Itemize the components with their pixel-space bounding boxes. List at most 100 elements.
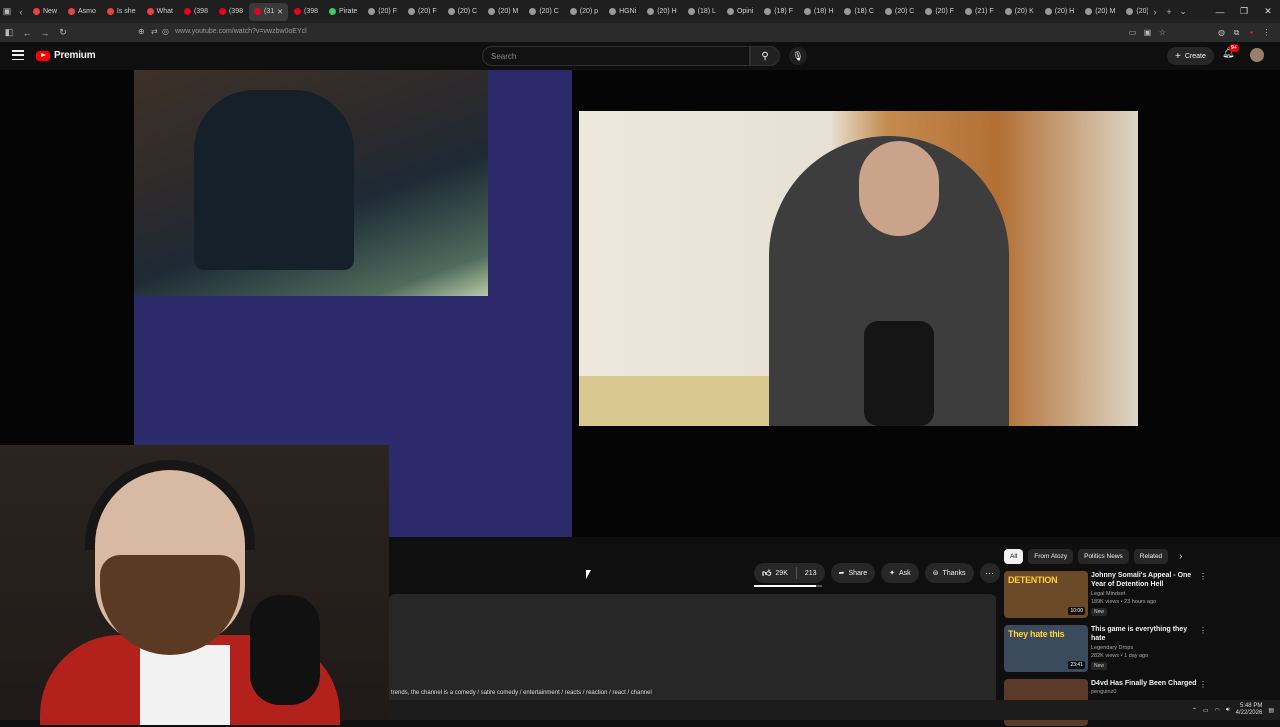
bookmark-star-icon[interactable]: ☆ [1157, 27, 1168, 38]
browser-tab-bar: ▣ ‹ New Asmo Is she What (398 (398 (31 ✕ (398 Pir… [0, 0, 1280, 23]
clock[interactable]: 5:48 PM 4/22/2026 [1236, 703, 1263, 717]
browser-tab[interactable]: Pirate [324, 3, 362, 21]
browser-tab[interactable]: (20) C [524, 3, 563, 21]
site-info-icon[interactable]: ⊕ [138, 27, 145, 36]
youtube-logo[interactable]: Premium [36, 50, 96, 61]
vpn-icon[interactable]: ◍ [1216, 27, 1227, 38]
browser-tab[interactable]: New [28, 3, 62, 21]
tab-label: (20) H [1054, 8, 1075, 15]
channel-name[interactable]: Legal Mindset [1091, 591, 1125, 597]
like-button[interactable]: 👍︎ 29K [754, 568, 796, 579]
browser-tab[interactable]: (20) H [642, 3, 681, 21]
notifications-icon[interactable]: 🔔︎ 9+ [1222, 44, 1239, 59]
tab-close-icon[interactable]: ✕ [277, 8, 283, 16]
share-button[interactable]: ➦ Share [830, 563, 876, 583]
browser-tab[interactable]: (398 [179, 3, 213, 21]
recommended-video[interactable]: They hate this 23:41 This game is everyt… [1004, 625, 1214, 673]
video-title[interactable]: D4vd Has Finally Been Charged [1091, 679, 1201, 688]
more-options-icon[interactable]: ⋮ [1199, 572, 1207, 581]
chip-politics-news[interactable]: Politics News [1078, 549, 1129, 564]
browser-tab[interactable]: Is she [102, 3, 141, 21]
browser-tab[interactable]: (20) C [880, 3, 919, 21]
browser-tab[interactable]: (20) F [363, 3, 402, 21]
video-thumbnail[interactable]: They hate this 23:41 [1004, 625, 1088, 672]
volume-icon[interactable]: 🔊︎ [1226, 707, 1230, 714]
share-label: Share [848, 569, 868, 577]
browser-tab[interactable]: (20) C [443, 3, 482, 21]
video-description[interactable]: trends, the channel is a comedy / satire… [389, 594, 996, 704]
chip-from-atozy[interactable]: From Atozy [1028, 549, 1074, 564]
menu-icon[interactable]: ⋮ [1261, 27, 1272, 38]
tab-scroll-left-icon[interactable]: ‹ [14, 5, 28, 19]
recommended-video[interactable]: DETENTION 10:00 Johnny Somali's Appeal -… [1004, 571, 1214, 619]
tune-icon[interactable]: ⇄ [151, 27, 158, 36]
video-title[interactable]: Johnny Somali's Appeal - One Year of Det… [1091, 571, 1201, 589]
wifi-icon[interactable]: ◠ [1215, 707, 1220, 714]
reload-icon[interactable]: ↻ [54, 23, 72, 42]
search-input[interactable]: Search [482, 46, 750, 66]
channel-name[interactable]: penguinz0 [1091, 689, 1116, 695]
ask-button[interactable]: ✦ Ask [881, 563, 919, 583]
tab-list-icon[interactable]: ⌄ [1176, 5, 1190, 19]
minimize-icon[interactable]: — [1208, 0, 1232, 23]
notification-center-icon[interactable]: ▤ [1268, 707, 1274, 714]
browser-tab[interactable]: (18) F [759, 3, 798, 21]
restore-icon[interactable]: ❐ [1232, 0, 1256, 23]
address-bar: ◧ ← → ↻ ⊕ ⇄ ◎ www.youtube.com/watch?v=vw… [0, 23, 1280, 42]
forward-icon[interactable]: → [36, 23, 54, 42]
browser-tab[interactable]: (20) K [1000, 3, 1039, 21]
browser-tab[interactable]: (18) C [839, 3, 878, 21]
related-chips: All From Atozy Politics News Related › [1004, 549, 1183, 564]
tab-actions-icon[interactable]: ▣ [0, 5, 14, 19]
browser-tab[interactable]: (20) M [483, 3, 523, 21]
chevron-right-icon[interactable]: › [1179, 551, 1182, 562]
more-options-icon[interactable]: ⋮ [1199, 680, 1207, 689]
browser-tab[interactable]: Asmo [63, 3, 101, 21]
browser-tab[interactable]: Opini [722, 3, 758, 21]
browser-tab[interactable]: (20) F [920, 3, 959, 21]
menu-hamburger-icon[interactable] [12, 50, 24, 60]
pip-icon[interactable]: ▣ [1142, 27, 1153, 38]
extension-red-icon[interactable]: ▪ [1246, 27, 1257, 38]
voice-search-icon[interactable]: 🎙︎ [789, 47, 807, 65]
channel-name[interactable]: Legendary Drops [1091, 645, 1133, 651]
browser-tab[interactable]: (18) H [799, 3, 838, 21]
chip-all[interactable]: All [1004, 549, 1024, 564]
browser-tab[interactable]: (21) F [960, 3, 999, 21]
browser-tab[interactable]: (18) L [683, 3, 721, 21]
new-tab-icon[interactable]: + [1162, 5, 1176, 19]
video-thumbnail[interactable]: DETENTION 10:00 [1004, 571, 1088, 618]
more-actions-icon[interactable]: ⋯ [979, 563, 1000, 583]
tab-scroll-right-icon[interactable]: › [1148, 5, 1162, 19]
tab-favicon-icon [925, 8, 933, 15]
close-window-icon[interactable]: ✕ [1256, 0, 1280, 23]
sidebar-toggle-icon[interactable]: ◧ [0, 23, 18, 42]
create-button[interactable]: + Create [1167, 47, 1214, 65]
screenshot-icon[interactable]: ▭ [1127, 27, 1138, 38]
search-button[interactable]: ⚲ [750, 46, 780, 66]
back-icon[interactable]: ← [18, 23, 36, 42]
tab-label: Is she [116, 8, 136, 15]
browser-tab[interactable]: (20) F [403, 3, 442, 21]
url-field[interactable]: www.youtube.com/watch?v=vwzbw0oEYcl [175, 28, 307, 35]
browser-tab[interactable]: (398 [289, 3, 323, 21]
browser-tab[interactable]: (31 ✕ [248, 2, 288, 21]
tracking-icon[interactable]: ◎ [162, 27, 169, 36]
browser-tab[interactable]: (20) H [1040, 3, 1079, 21]
browser-tab[interactable]: (20) M [1080, 3, 1120, 21]
tray-chevron-icon[interactable]: ⌃ [1192, 707, 1197, 714]
network-icon[interactable]: ▭ [1203, 707, 1209, 714]
dislike-button[interactable]: 213 [797, 570, 825, 577]
browser-tab[interactable]: What [142, 3, 178, 21]
video-title[interactable]: This game is everything they hate [1091, 625, 1201, 643]
avatar[interactable] [1250, 48, 1264, 62]
more-options-icon[interactable]: ⋮ [1199, 626, 1207, 635]
browser-tab[interactable]: (20) F [1121, 3, 1148, 21]
browser-tab[interactable]: (20) p [565, 3, 603, 21]
chip-related[interactable]: Related [1133, 549, 1169, 564]
thanks-button[interactable]: ⊜ Thanks [924, 563, 974, 583]
browser-tab[interactable]: HGNi [604, 3, 641, 21]
browser-tab[interactable]: (398 [214, 3, 248, 21]
extensions-icon[interactable]: ⧉ [1231, 27, 1242, 38]
video-duration: 10:00 [1068, 607, 1085, 615]
